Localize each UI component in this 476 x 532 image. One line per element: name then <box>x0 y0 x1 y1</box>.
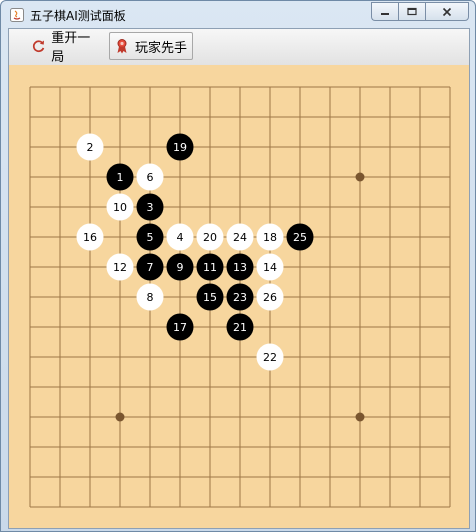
main-panel: 重开一局 玩家先手 1 2 3 4 5 6 7 8 9 10 11 12 13 14 15 16 17 18 19 2… <box>8 28 470 529</box>
player-first-label: 玩家先手 <box>135 40 188 56</box>
stone-move-number: 21 <box>233 321 247 334</box>
stone-move-number: 19 <box>173 141 187 154</box>
stone-move-number: 3 <box>147 201 154 214</box>
star-point <box>355 172 365 182</box>
star-point <box>115 412 125 422</box>
stone-move-number: 6 <box>147 171 154 184</box>
stone-move-number: 22 <box>263 351 277 364</box>
app-window: 五子棋AI测试面板 重开一局 玩家先手 1 2 3 4 5 6 7 8 9 10… <box>0 0 476 532</box>
stone-move-number: 18 <box>263 231 277 244</box>
stone-move-number: 10 <box>113 201 127 214</box>
minimize-icon <box>381 12 389 15</box>
restore-button[interactable] <box>398 2 425 21</box>
close-icon <box>442 7 452 16</box>
stone-move-number: 17 <box>173 321 187 334</box>
board-area: 1 2 3 4 5 6 7 8 9 10 11 12 13 14 15 16 17 18 19 20 21 22 23 24 2… <box>9 65 469 528</box>
gomoku-board[interactable]: 123456789101112 13 1415161718192021222324 2… <box>9 65 469 528</box>
stone-move-number: 24 <box>233 231 247 244</box>
stone-move-number: 5 <box>147 231 154 244</box>
stone-move-number: 13 <box>233 261 247 274</box>
java-app-icon <box>10 8 24 22</box>
star-point <box>355 412 365 422</box>
window-controls <box>371 2 469 21</box>
title-bar[interactable]: 五子棋AI测试面板 <box>1 1 475 29</box>
refresh-icon <box>32 40 45 53</box>
restore-icon <box>407 7 417 16</box>
ribbon-icon <box>117 39 127 54</box>
stone-move-number: 25 <box>293 231 307 244</box>
toolbar: 重开一局 玩家先手 <box>9 29 469 65</box>
stone-move-number: 1 <box>117 171 124 184</box>
stone-move-number: 15 <box>203 291 217 304</box>
close-button[interactable] <box>425 2 469 21</box>
minimize-button[interactable] <box>371 2 398 21</box>
player-first-button[interactable]: 玩家先手 <box>109 32 193 60</box>
stone-move-number: 20 <box>203 231 217 244</box>
stone-move-number: 26 <box>263 291 277 304</box>
stone-move-number: 2 <box>87 141 94 154</box>
stone-move-number: 11 <box>203 261 217 274</box>
stone-move-number: 8 <box>147 291 154 304</box>
restart-button[interactable]: 重开一局 <box>27 31 105 65</box>
stone-move-number: 14 <box>263 261 277 274</box>
stone-move-number: 7 <box>147 261 154 274</box>
stone-move-number: 12 <box>113 261 127 274</box>
stone-move-number: 23 <box>233 291 247 304</box>
stone-move-number: 16 <box>83 231 97 244</box>
restart-label: 重开一局 <box>51 31 91 65</box>
window-title: 五子棋AI测试面板 <box>30 9 126 23</box>
stone-move-number: 9 <box>177 261 184 274</box>
stone-move-number: 4 <box>177 231 184 244</box>
